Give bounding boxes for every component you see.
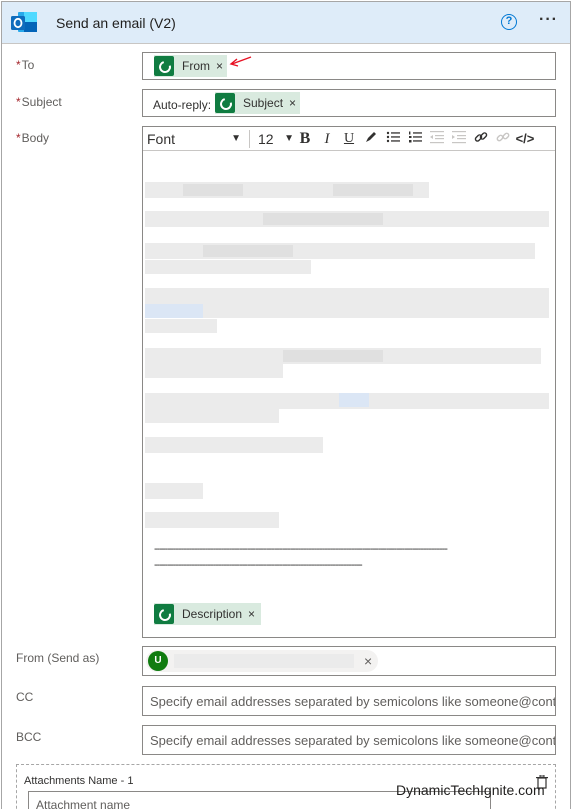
to-label: *To	[16, 58, 35, 72]
code-view-button[interactable]: </>	[514, 129, 536, 149]
font-select[interactable]: Font ▼	[147, 129, 247, 149]
remove-user-icon[interactable]: ×	[364, 653, 372, 669]
watermark: DynamicTechIgnite.com	[396, 782, 545, 798]
body-editor[interactable]: Font ▼ 12 ▼ B I U </> ------------------…	[142, 126, 556, 638]
unlink-icon[interactable]	[492, 129, 514, 149]
subject-token[interactable]: Subject ×	[215, 92, 301, 114]
subject-label: *Subject	[16, 95, 62, 109]
font-size-select[interactable]: 12 ▼	[258, 129, 294, 149]
divider-line: ----------------------------------------…	[154, 543, 448, 555]
avatar: U	[148, 651, 168, 671]
remove-token-icon[interactable]: ×	[216, 59, 223, 73]
help-icon[interactable]: ?	[501, 14, 517, 30]
remove-token-icon[interactable]: ×	[289, 96, 296, 110]
body-label: *Body	[16, 131, 50, 145]
action-header[interactable]: Send an email (V2) ? ···	[2, 2, 570, 44]
bold-button[interactable]: B	[294, 129, 316, 149]
chevron-down-icon: ▼	[284, 133, 294, 144]
action-title: Send an email (V2)	[56, 15, 176, 31]
outlook-icon	[11, 12, 37, 32]
bcc-label: BCC	[16, 730, 42, 744]
dataverse-icon	[154, 56, 174, 76]
subject-field[interactable]: Auto-reply: Subject ×	[142, 89, 556, 117]
numbered-list-icon[interactable]	[404, 129, 426, 149]
italic-button[interactable]: I	[316, 129, 338, 149]
highlight-pen-icon[interactable]	[360, 129, 382, 149]
rich-text-toolbar: Font ▼ 12 ▼ B I U </>	[143, 127, 555, 151]
bcc-input[interactable]: Specify email addresses separated by sem…	[142, 725, 556, 755]
action-card: Send an email (V2) ? ··· *To From × *Sub…	[1, 1, 571, 809]
from-send-as-label: From (Send as)	[16, 651, 100, 665]
from-token[interactable]: From ×	[154, 55, 228, 77]
dataverse-icon	[215, 93, 235, 113]
attachment-section-label: Attachments Name - 1	[24, 775, 134, 787]
description-token[interactable]: Description ×	[154, 603, 262, 625]
cc-label: CC	[16, 690, 34, 704]
link-icon[interactable]	[470, 129, 492, 149]
to-field[interactable]: From ×	[142, 52, 556, 80]
more-options-icon[interactable]: ···	[539, 11, 558, 29]
blurred-user-name	[174, 654, 354, 668]
chevron-down-icon: ▼	[231, 133, 241, 144]
annotation-arrow-icon	[229, 56, 252, 67]
cc-input[interactable]: Specify email addresses separated by sem…	[142, 686, 556, 716]
from-send-as-field[interactable]: U ×	[142, 646, 556, 676]
dataverse-icon	[154, 604, 174, 624]
decrease-indent-icon[interactable]	[426, 129, 448, 149]
subject-prefix: Auto-reply:	[153, 98, 212, 112]
user-persona[interactable]: U ×	[146, 650, 378, 672]
underline-button[interactable]: U	[338, 129, 360, 149]
bullet-list-icon[interactable]	[382, 129, 404, 149]
remove-token-icon[interactable]: ×	[248, 607, 255, 621]
divider-line: ----------------------------------------…	[154, 559, 363, 571]
increase-indent-icon[interactable]	[448, 129, 470, 149]
